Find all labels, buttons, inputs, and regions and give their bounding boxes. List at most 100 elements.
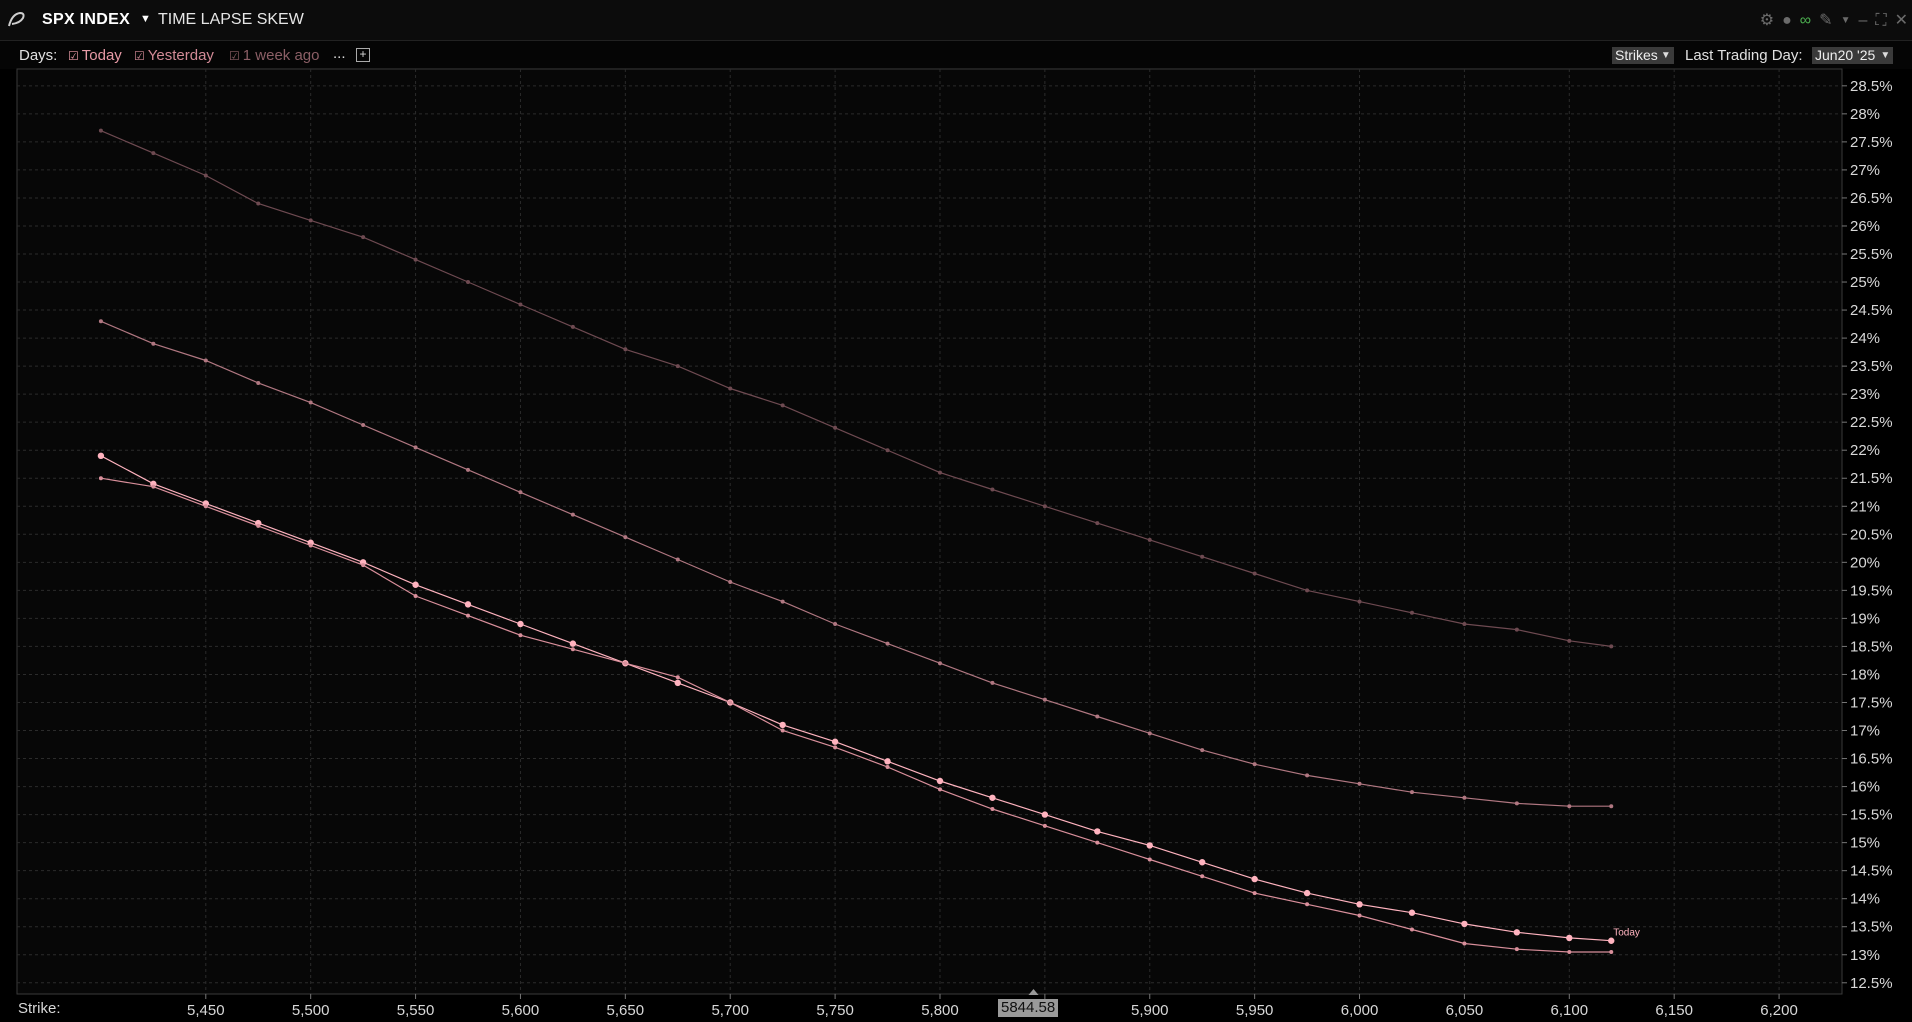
data-point xyxy=(151,151,156,156)
data-point xyxy=(623,347,628,352)
data-point xyxy=(1609,949,1614,954)
data-point xyxy=(885,448,890,453)
data-point xyxy=(1042,823,1047,828)
data-point xyxy=(674,679,681,687)
data-point xyxy=(1252,891,1257,896)
y-tick-label: 21.5% xyxy=(1850,470,1893,487)
data-point xyxy=(413,445,418,450)
data-point xyxy=(1461,920,1468,928)
y-tick-label: 20.5% xyxy=(1850,526,1893,543)
data-point xyxy=(308,218,313,223)
y-tick-label: 23% xyxy=(1850,386,1880,403)
data-point xyxy=(1305,773,1310,778)
data-point xyxy=(256,380,261,385)
data-point xyxy=(412,581,419,588)
data-point xyxy=(517,620,524,628)
data-point xyxy=(1095,840,1100,845)
y-tick-label: 24% xyxy=(1850,330,1880,347)
x-tick-label: 5,700 xyxy=(711,1002,749,1019)
y-tick-label: 24.5% xyxy=(1850,302,1893,319)
data-point xyxy=(728,579,733,584)
data-point xyxy=(937,787,942,792)
data-point xyxy=(97,452,105,460)
x-tick-label: 5,750 xyxy=(816,1002,854,1019)
skew-chart[interactable]: 12.5% 13% 13.5% 14% 14.5% 15% 15.5% 16% 16.5% 17%… xyxy=(0,0,1912,1022)
x-tick-label: 6,150 xyxy=(1655,1002,1693,1019)
data-point xyxy=(1462,622,1467,626)
data-point xyxy=(570,324,575,329)
data-point xyxy=(831,738,839,745)
x-tick-label: 5,550 xyxy=(397,1002,435,1019)
data-point xyxy=(833,622,838,626)
data-point xyxy=(308,400,313,405)
data-point xyxy=(1094,828,1101,835)
data-point xyxy=(1408,909,1416,916)
data-point xyxy=(1566,934,1573,942)
data-point xyxy=(570,512,575,517)
data-point xyxy=(518,490,523,495)
y-tick-label: 19.5% xyxy=(1850,582,1893,599)
data-point xyxy=(884,758,891,765)
data-point xyxy=(779,721,786,729)
data-point xyxy=(1514,627,1519,632)
x-tick-label: 6,050 xyxy=(1446,1002,1484,1019)
data-point xyxy=(464,601,472,608)
data-point xyxy=(833,425,838,430)
data-point xyxy=(1095,521,1100,526)
data-point xyxy=(151,341,156,346)
data-point xyxy=(1567,638,1572,643)
data-point xyxy=(1409,610,1414,615)
data-point xyxy=(569,640,577,647)
y-tick-label: 18% xyxy=(1850,666,1880,683)
data-point xyxy=(98,128,103,133)
data-point xyxy=(1514,947,1519,952)
data-point xyxy=(833,745,838,750)
data-point xyxy=(256,201,261,206)
data-point xyxy=(1041,811,1049,818)
data-point xyxy=(570,647,575,652)
y-tick-label: 14% xyxy=(1850,891,1880,908)
data-point xyxy=(1147,731,1152,736)
data-point xyxy=(937,661,942,666)
y-tick-label: 27% xyxy=(1850,162,1880,179)
data-point xyxy=(1357,913,1362,918)
data-point xyxy=(1609,644,1614,649)
data-point xyxy=(623,661,628,666)
y-tick-label: 26.5% xyxy=(1850,190,1893,207)
data-point xyxy=(990,487,995,492)
y-tick-label: 17% xyxy=(1850,723,1880,740)
data-point xyxy=(1356,901,1363,908)
data-point xyxy=(1252,762,1257,767)
y-tick-label: 15.5% xyxy=(1850,807,1893,824)
x-tick-label: 5,500 xyxy=(292,1002,330,1019)
y-tick-label: 20% xyxy=(1850,554,1880,571)
data-point xyxy=(1146,842,1153,849)
x-axis-title: Strike: xyxy=(18,1000,61,1017)
data-point xyxy=(623,535,628,540)
y-tick-label: 27.5% xyxy=(1850,134,1893,151)
x-tick-label: 6,000 xyxy=(1341,1002,1379,1019)
y-tick-label: 26% xyxy=(1850,218,1880,235)
data-point xyxy=(780,599,785,604)
data-point xyxy=(675,364,680,369)
y-tick-label: 28.5% xyxy=(1850,78,1893,95)
y-tick-label: 12.5% xyxy=(1850,975,1893,992)
x-tick-label: 5,900 xyxy=(1131,1002,1169,1019)
data-point xyxy=(1252,571,1257,576)
data-point xyxy=(308,543,313,548)
data-point xyxy=(1513,929,1521,936)
y-tick-label: 16.5% xyxy=(1850,751,1893,768)
y-tick-label: 19% xyxy=(1850,610,1880,627)
data-point xyxy=(1462,795,1467,800)
data-point xyxy=(990,680,995,685)
data-point xyxy=(1357,599,1362,604)
data-point xyxy=(1305,902,1310,907)
x-tick-label: 5,650 xyxy=(607,1002,645,1019)
data-point xyxy=(466,280,471,285)
data-point xyxy=(780,403,785,408)
data-point xyxy=(466,467,471,472)
data-point xyxy=(1199,859,1206,866)
data-point xyxy=(675,557,680,562)
data-point xyxy=(151,484,156,489)
x-tick-label: 6,100 xyxy=(1551,1002,1589,1019)
